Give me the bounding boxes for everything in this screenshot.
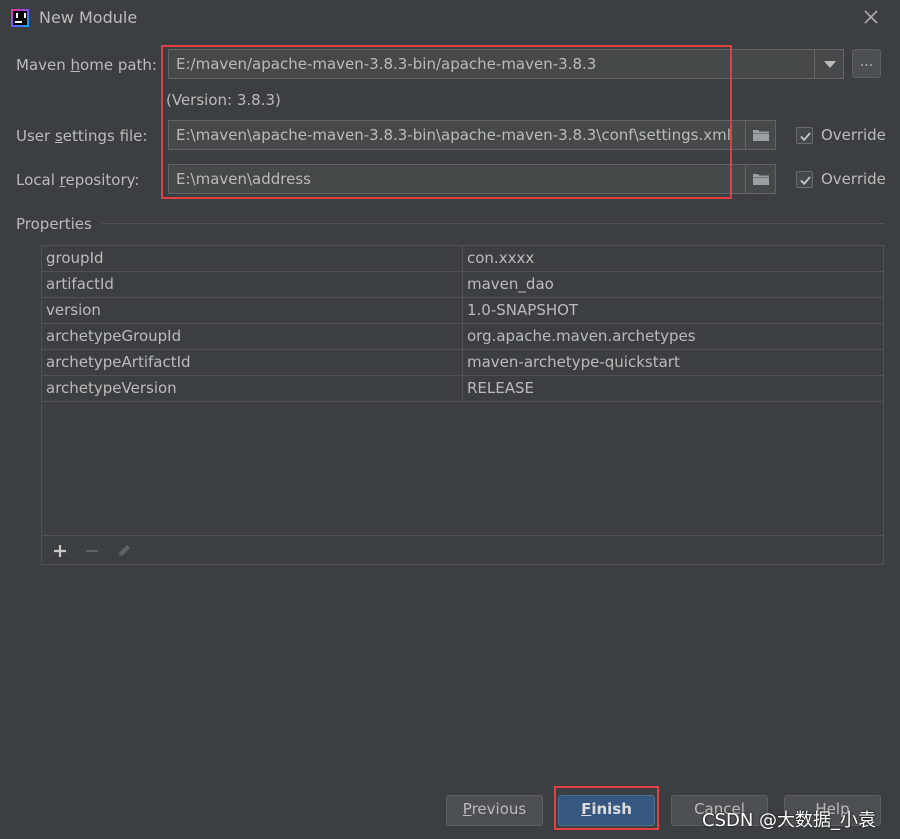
maven-version-text: (Version: 3.8.3) [166, 91, 281, 109]
window-title: New Module [39, 8, 138, 27]
maven-home-dropdown-button[interactable] [814, 49, 844, 79]
maven-home-path-label: Maven home path: [16, 56, 157, 74]
maven-home-path-input[interactable]: E:/maven/apache-maven-3.8.3-bin/apache-m… [168, 49, 815, 79]
properties-table: groupId con.xxxx artifactId maven_dao ve… [42, 246, 883, 402]
property-value[interactable]: maven_dao [467, 272, 877, 297]
property-value[interactable]: RELEASE [467, 376, 877, 401]
user-settings-override-checkbox[interactable]: Override [796, 126, 891, 146]
override-label: Override [821, 126, 886, 144]
property-value[interactable]: maven-archetype-quickstart [467, 350, 877, 375]
user-settings-file-input[interactable]: E:\maven\apache-maven-3.8.3-bin\apache-m… [168, 120, 746, 150]
property-key: archetypeGroupId [46, 327, 182, 345]
maven-home-browse-button[interactable]: ... [852, 49, 881, 78]
user-settings-browse-button[interactable] [745, 120, 776, 150]
local-repository-browse-button[interactable] [745, 164, 776, 194]
properties-table-panel: groupId con.xxxx artifactId maven_dao ve… [41, 245, 884, 565]
finish-button[interactable]: Finish [558, 795, 655, 826]
properties-section-title: Properties [16, 215, 92, 233]
remove-icon[interactable] [82, 541, 102, 561]
properties-toolbar [42, 535, 883, 565]
user-settings-file-label: User settings file: [16, 127, 148, 145]
property-key: archetypeVersion [46, 379, 177, 397]
property-value[interactable]: con.xxxx [467, 246, 877, 271]
property-key: artifactId [46, 275, 114, 293]
property-key: version [46, 301, 101, 319]
folder-icon [753, 174, 769, 185]
previous-button[interactable]: Previous [446, 795, 543, 826]
local-repository-override-checkbox[interactable]: Override [796, 170, 891, 190]
override-label: Override [821, 170, 886, 188]
property-key: archetypeArtifactId [46, 353, 191, 371]
local-repository-input[interactable]: E:\maven\address [168, 164, 746, 194]
checkmark-icon [800, 132, 811, 142]
local-repository-label: Local repository: [16, 171, 140, 189]
property-value[interactable]: 1.0-SNAPSHOT [467, 298, 877, 323]
watermark-text: CSDN @大数据_小袁 [702, 810, 877, 831]
property-key: groupId [46, 249, 104, 267]
add-icon[interactable] [50, 541, 70, 561]
checkmark-icon [800, 176, 811, 186]
folder-icon [753, 130, 769, 141]
edit-pencil-icon[interactable] [114, 541, 134, 561]
property-value[interactable]: org.apache.maven.archetypes [467, 324, 877, 349]
section-divider [102, 223, 884, 224]
intellij-app-icon [11, 9, 29, 27]
title-bar: New Module [0, 0, 900, 36]
column-divider [462, 246, 463, 402]
close-icon[interactable] [862, 8, 880, 26]
